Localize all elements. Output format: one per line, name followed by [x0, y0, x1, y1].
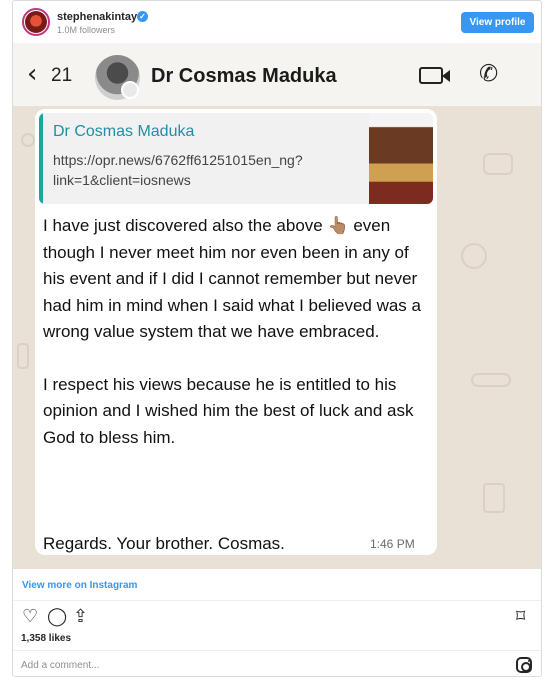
view-profile-button[interactable]: View profile	[461, 12, 534, 33]
quoted-message: Dr Cosmas Maduka https://opr.news/6762ff…	[39, 113, 433, 204]
heart-icon[interactable]: ♡	[22, 608, 38, 626]
message-paragraph: I respect his views because he is entitl…	[43, 374, 414, 447]
message-signoff: Regards. Your brother. Cosmas.	[43, 534, 285, 553]
share-icon[interactable]: ⇪	[73, 608, 88, 626]
quoted-link: https://opr.news/6762ff61251015en_ng?lin…	[53, 152, 303, 188]
comment-input[interactable]: Add a comment...	[21, 660, 99, 671]
comment-icon[interactable]: ◯	[47, 608, 67, 626]
background-doodle	[461, 243, 487, 269]
divider	[13, 650, 541, 651]
contact-name: Dr Cosmas Maduka	[151, 65, 337, 87]
avatar[interactable]	[22, 8, 50, 36]
message-bubble: Dr Cosmas Maduka https://opr.news/6762ff…	[35, 109, 437, 555]
verified-badge-icon: ✓	[137, 11, 148, 22]
view-more-link[interactable]: View more on Instagram	[22, 580, 137, 591]
chat-header: ‹ 21 Dr Cosmas Maduka ✆	[13, 43, 541, 106]
background-doodle	[17, 343, 29, 369]
chevron-left-icon[interactable]: ‹	[27, 59, 37, 89]
quote-accent-bar	[39, 113, 43, 204]
message-paragraph: I have just discovered also the above 👆🏽…	[43, 216, 421, 341]
post-image[interactable]: ‹ 21 Dr Cosmas Maduka ✆ Dr Cosmas Maduka…	[13, 43, 541, 569]
phone-icon: ✆	[479, 61, 499, 87]
username-link[interactable]: stephenakintayo	[57, 11, 144, 23]
instagram-icon[interactable]	[516, 657, 532, 673]
post-header: stephenakintayo ✓ 1.0M followers View pr…	[13, 1, 541, 43]
video-camera-icon	[419, 67, 443, 84]
background-doodle	[483, 483, 505, 513]
video-camera-lens-icon	[442, 70, 450, 82]
quoted-thumbnail	[369, 113, 433, 204]
background-doodle	[471, 373, 511, 387]
divider	[13, 600, 541, 601]
message-timestamp: 1:46 PM	[370, 537, 415, 551]
like-count: 1,358 likes	[21, 633, 72, 644]
bookmark-icon[interactable]: ⌑	[516, 608, 525, 626]
background-doodle	[21, 133, 35, 147]
quoted-sender: Dr Cosmas Maduka	[53, 123, 195, 140]
background-doodle	[483, 153, 513, 175]
instagram-embed: stephenakintayo ✓ 1.0M followers View pr…	[12, 0, 542, 677]
unread-count: 21	[51, 65, 73, 86]
follower-count: 1.0M followers	[57, 25, 116, 35]
status-badge	[121, 81, 139, 99]
avatar-image	[25, 11, 47, 33]
message-text: I have just discovered also the above 👆🏽…	[43, 213, 431, 553]
